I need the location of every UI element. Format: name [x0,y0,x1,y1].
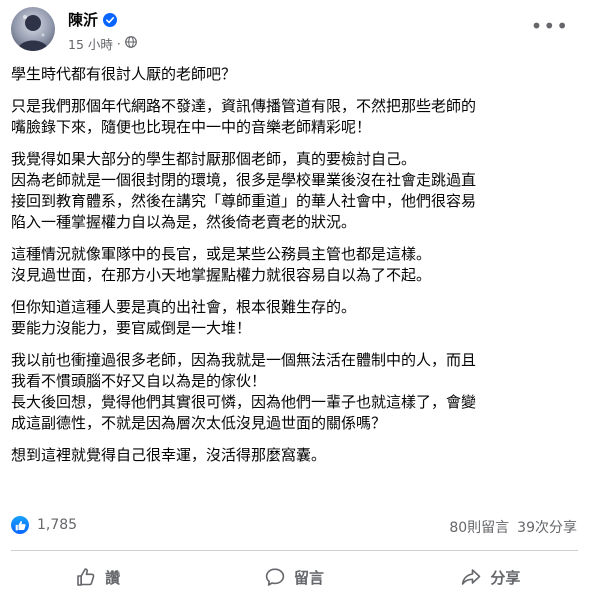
like-reaction-icon [11,516,29,534]
share-label: 分享 [490,568,521,587]
like-label: 讚 [105,568,121,587]
author-name[interactable]: 陳沂 [68,9,98,30]
post-text-line: 陷入一種掌握權力自以為是，然後倚老賣老的狀況。 [11,213,357,231]
divider [11,550,578,551]
post-paragraph: 只是我們那個年代網路不發達，資訊傳播管道有限，不然把那些老師的 嘴臉錄下來，隨便也… [11,96,581,138]
post-text-line: 學生時代都有很討人厭的老師吧？ [11,65,237,83]
facebook-post: 陳沂 15 小時 · ••• 學生時代都有很討人厭的老師吧？ 只是我們那個年代網路… [0,0,589,613]
like-button[interactable]: 讚 [0,559,196,595]
comment-icon [265,567,285,587]
post-meta: 15 小時 · [68,34,137,53]
post-text-line: 我看不慣頭腦不好又自以為是的傢伙！ [11,372,267,390]
post-paragraph: 想到這裡就覺得自己很幸運，沒活得那麼窩囊。 [11,445,581,466]
post-text-line: 想到這裡就覺得自己很幸運，沒活得那麼窩囊。 [11,446,327,464]
comment-count[interactable]: 80則留言 [449,517,509,537]
engagement-stats: 80則留言 39次分享 [449,517,577,537]
post-paragraph: 這種情況就像軍隊中的長官，或是某些公務員主管也都是這樣。 沒見過世面，在那方小天地… [11,244,581,286]
comment-button[interactable]: 留言 [196,559,392,595]
reaction-count: 1,785 [37,517,78,533]
post-timestamp[interactable]: 15 小時 [68,34,113,53]
globe-icon [124,36,137,51]
post-text-line: 成這副德性，不就是因為層次太低沒見過世面的關係嗎？ [11,414,387,432]
post-text-line: 因為老師就是一個很封閉的環境，很多是學校畢業後沒在社會走跳過直 [11,171,477,189]
post-text-line: 要能力沒能力，要官威倒是一大堆！ [11,319,252,337]
share-count[interactable]: 39次分享 [517,517,577,537]
post-text-line: 沒見過世面，在那方小天地掌握點權力就很容易自以為了不起。 [11,266,432,284]
post-paragraph: 學生時代都有很討人厭的老師吧？ [11,64,581,85]
post-text-line: 我覺得如果大部分的學生都討厭那個老師，真的要檢討自己。 [11,150,417,168]
post-paragraph: 我以前也衝撞過很多老師，因為我就是一個無法活在體制中的人，而且 我看不慣頭腦不好又… [11,350,581,434]
post-paragraph: 但你知道這種人要是真的出社會，根本很難生存的。 要能力沒能力，要官威倒是一大堆！ [11,297,581,339]
share-icon [461,567,481,587]
post-text-line: 嘴臉錄下來，隨便也比現在中一中的音樂老師精彩呢！ [11,118,372,136]
post-text-line: 接回到教育體系，然後在講究「尊師重道」的華人社會中，他們很容易 [11,192,477,210]
post-text-line: 但你知道這種人要是真的出社會，根本很難生存的。 [11,298,357,316]
verified-badge-icon [103,12,118,27]
post-text-line: 只是我們那個年代網路不發達，資訊傳播管道有限，不然把那些老師的 [11,97,477,115]
thumbs-up-icon [76,567,96,587]
post-body: 學生時代都有很討人厭的老師吧？ 只是我們那個年代網路不發達，資訊傳播管道有限，不然… [11,64,581,477]
author-name-row: 陳沂 [68,9,118,30]
more-options-icon[interactable]: ••• [531,16,569,36]
avatar[interactable] [11,7,55,51]
post-text-line: 長大後回想，覺得他們其實很可憐，因為他們一輩子也就這樣了，會變 [11,393,477,411]
comment-label: 留言 [293,568,324,587]
share-button[interactable]: 分享 [393,559,589,595]
post-text-line: 我以前也衝撞過很多老師，因為我就是一個無法活在體制中的人，而且 [11,351,477,369]
action-bar: 讚 留言 分享 [0,555,589,599]
meta-separator: · [116,36,121,51]
post-text-line: 這種情況就像軍隊中的長官，或是某些公務員主管也都是這樣。 [11,245,432,263]
reaction-summary[interactable]: 1,785 [11,516,77,534]
post-paragraph: 我覺得如果大部分的學生都討厭那個老師，真的要檢討自己。因為老師就是一個很封閉的環… [11,149,581,233]
